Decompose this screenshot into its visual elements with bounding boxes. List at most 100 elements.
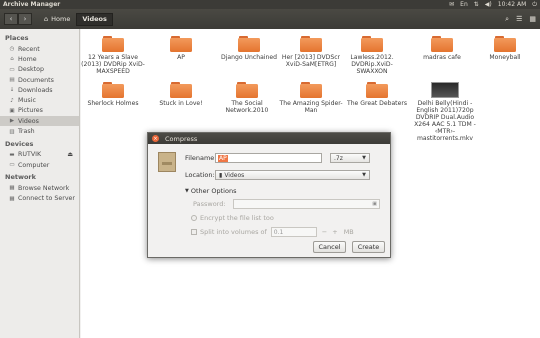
clock-icon: ◷ (9, 46, 15, 53)
dialog-title: Compress (165, 134, 198, 143)
clock[interactable]: 10:42 AM (498, 1, 526, 8)
file-item-great-debaters[interactable]: The Great Debaters (345, 82, 409, 107)
sidebar-item-documents[interactable]: ▤ Documents (0, 75, 79, 85)
back-button[interactable]: ‹ (4, 13, 18, 25)
filename-input[interactable]: AP (215, 153, 322, 163)
file-item-sherlock-holmes[interactable]: Sherlock Holmes (81, 82, 145, 107)
sidebar-item-label: Music (18, 97, 36, 105)
split-size-input[interactable]: 0.1 (270, 227, 317, 237)
mail-icon[interactable]: ✉ (449, 1, 454, 8)
file-item-her[interactable]: Her [2013] DVDScr XviD-SaM[ETRG] (279, 36, 343, 68)
file-label: Lawless.2012. DVDRip.XviD-SWAXXON (350, 54, 394, 75)
file-item-ap[interactable]: AP (149, 36, 213, 61)
breadcrumb-label: Home (51, 15, 71, 23)
home-icon: ⌂ (10, 56, 14, 63)
top-panel: Archive Manager ✉ En ⇅ ◀) 10:42 AM ⏻ (0, 0, 540, 9)
grid-view-icon[interactable]: ▦ (529, 15, 536, 24)
increment-button[interactable]: + (332, 228, 337, 236)
compress-dialog: × Compress Filename: AP .7z ▼ Location: ▮… (147, 132, 391, 258)
volume-icon[interactable]: ◀) (485, 1, 492, 8)
video-icon: ▶ (9, 118, 15, 125)
other-options-expander[interactable]: ▼ Other Options (185, 187, 236, 195)
file-label: Moneyball (489, 54, 521, 61)
file-item-amazing-spider-man[interactable]: The Amazing Spider-Man (279, 82, 343, 114)
filename-value: AP (218, 154, 228, 162)
extension-value: .7z (334, 154, 343, 162)
filename-label: Filename: (185, 154, 217, 162)
sidebar-item-trash[interactable]: ▥ Trash (0, 126, 79, 136)
breadcrumb-videos[interactable]: Videos (76, 12, 113, 26)
download-icon: ↓ (9, 87, 15, 94)
file-item-django-unchained[interactable]: Django Unchained (217, 36, 281, 61)
forward-button[interactable]: › (18, 13, 32, 25)
folder-icon (300, 36, 322, 52)
extension-select[interactable]: .7z ▼ (330, 153, 370, 163)
sidebar-item-label: Connect to Server (18, 195, 76, 203)
folder-icon (431, 36, 453, 52)
file-label: Her [2013] DVDScr XviD-SaM[ETRG] (281, 54, 341, 68)
file-item-moneyball[interactable]: Moneyball (473, 36, 537, 61)
chevron-down-icon: ▼ (362, 172, 366, 178)
picture-icon: ▣ (9, 107, 15, 114)
sidebar-item-rutvik[interactable]: ▬ RUTVIK ⏏ (0, 150, 79, 160)
location-label: Location: (185, 171, 215, 179)
close-icon[interactable]: × (152, 135, 159, 142)
keyboard-indicator[interactable]: En (460, 1, 468, 8)
computer-icon: ▭ (9, 162, 15, 169)
sidebar-item-connect-server[interactable]: ▦ Connect to Server (0, 194, 79, 204)
folder-icon (102, 82, 124, 98)
sidebar-item-label: Desktop (18, 66, 44, 74)
music-icon: ♪ (10, 97, 14, 104)
file-item-12-years-a-slave[interactable]: 12 Years a Slave (2013) DVDRip XviD-MAXS… (81, 36, 145, 75)
home-icon: ⌂ (44, 15, 49, 23)
encrypt-checkbox[interactable]: Encrypt the file list too (191, 214, 274, 222)
sidebar-item-recent[interactable]: ◷ Recent (0, 44, 79, 54)
power-icon[interactable]: ⏻ (532, 1, 537, 8)
split-label: Split into volumes of (200, 228, 267, 236)
drive-icon: ▬ (9, 151, 15, 158)
chevron-down-icon: ▼ (362, 155, 366, 161)
sidebar-header-places: Places (5, 34, 29, 42)
sidebar-header-devices: Devices (5, 139, 34, 148)
location-select[interactable]: ▮ Videos ▼ (215, 170, 370, 180)
file-item-lawless[interactable]: Lawless.2012. DVDRip.XviD-SWAXXON (340, 36, 404, 75)
network-icon[interactable]: ⇅ (474, 1, 479, 8)
sidebar-item-downloads[interactable]: ↓ Downloads (0, 85, 79, 95)
document-icon: ▤ (9, 77, 15, 84)
split-unit-label: MB (343, 228, 354, 236)
decrement-button[interactable]: − (322, 228, 327, 236)
split-checkbox[interactable] (191, 229, 197, 235)
sidebar-item-label: Recent (18, 45, 40, 53)
list-view-icon[interactable]: ☰ (516, 15, 522, 24)
create-button[interactable]: Create (352, 241, 385, 253)
search-icon[interactable]: ⌕ (505, 15, 509, 24)
expander-arrow-icon: ▼ (185, 188, 189, 194)
archive-icon (158, 152, 176, 172)
eject-icon[interactable]: ⏏ (67, 151, 73, 158)
sidebar-item-label: RUTVIK (18, 151, 42, 159)
encrypt-label: Encrypt the file list too (200, 214, 274, 222)
breadcrumb-home[interactable]: ⌂ Home (38, 13, 76, 26)
sidebar-item-desktop[interactable]: ▭ Desktop (0, 65, 79, 75)
location-value: Videos (224, 171, 245, 179)
cancel-button[interactable]: Cancel (313, 241, 346, 253)
sidebar-item-home[interactable]: ⌂ Home (0, 54, 79, 64)
file-item-madras-cafe[interactable]: madras cafe (410, 36, 474, 61)
file-item-delhi-belly[interactable]: Delhi Belly(Hindi - English 2011)720p DV… (411, 82, 479, 142)
password-input[interactable]: ▣ (233, 199, 380, 209)
file-item-social-network[interactable]: The Social Network.2010 (215, 82, 279, 114)
lock-icon: ▣ (372, 201, 377, 207)
checkbox-box (191, 215, 197, 221)
sidebar-header-network: Network (5, 173, 36, 182)
file-item-stuck-in-love[interactable]: Stuck in Love! (149, 82, 213, 107)
sidebar-item-music[interactable]: ♪ Music (0, 95, 79, 105)
sidebar-item-computer[interactable]: ▭ Computer (0, 160, 79, 170)
folder-icon: ▮ (219, 171, 223, 179)
sidebar-item-label: Videos (18, 117, 39, 125)
sidebar-item-videos[interactable]: ▶ Videos (0, 116, 79, 127)
sidebar-item-browse-network[interactable]: ▦ Browse Network (0, 183, 79, 193)
sidebar-item-label: Documents (18, 76, 54, 84)
sidebar-item-pictures[interactable]: ▣ Pictures (0, 106, 79, 116)
sidebar: Places ◷ Recent ⌂ Home ▭ Desktop ▤ Documents… (0, 29, 80, 338)
folder-icon (236, 82, 258, 98)
